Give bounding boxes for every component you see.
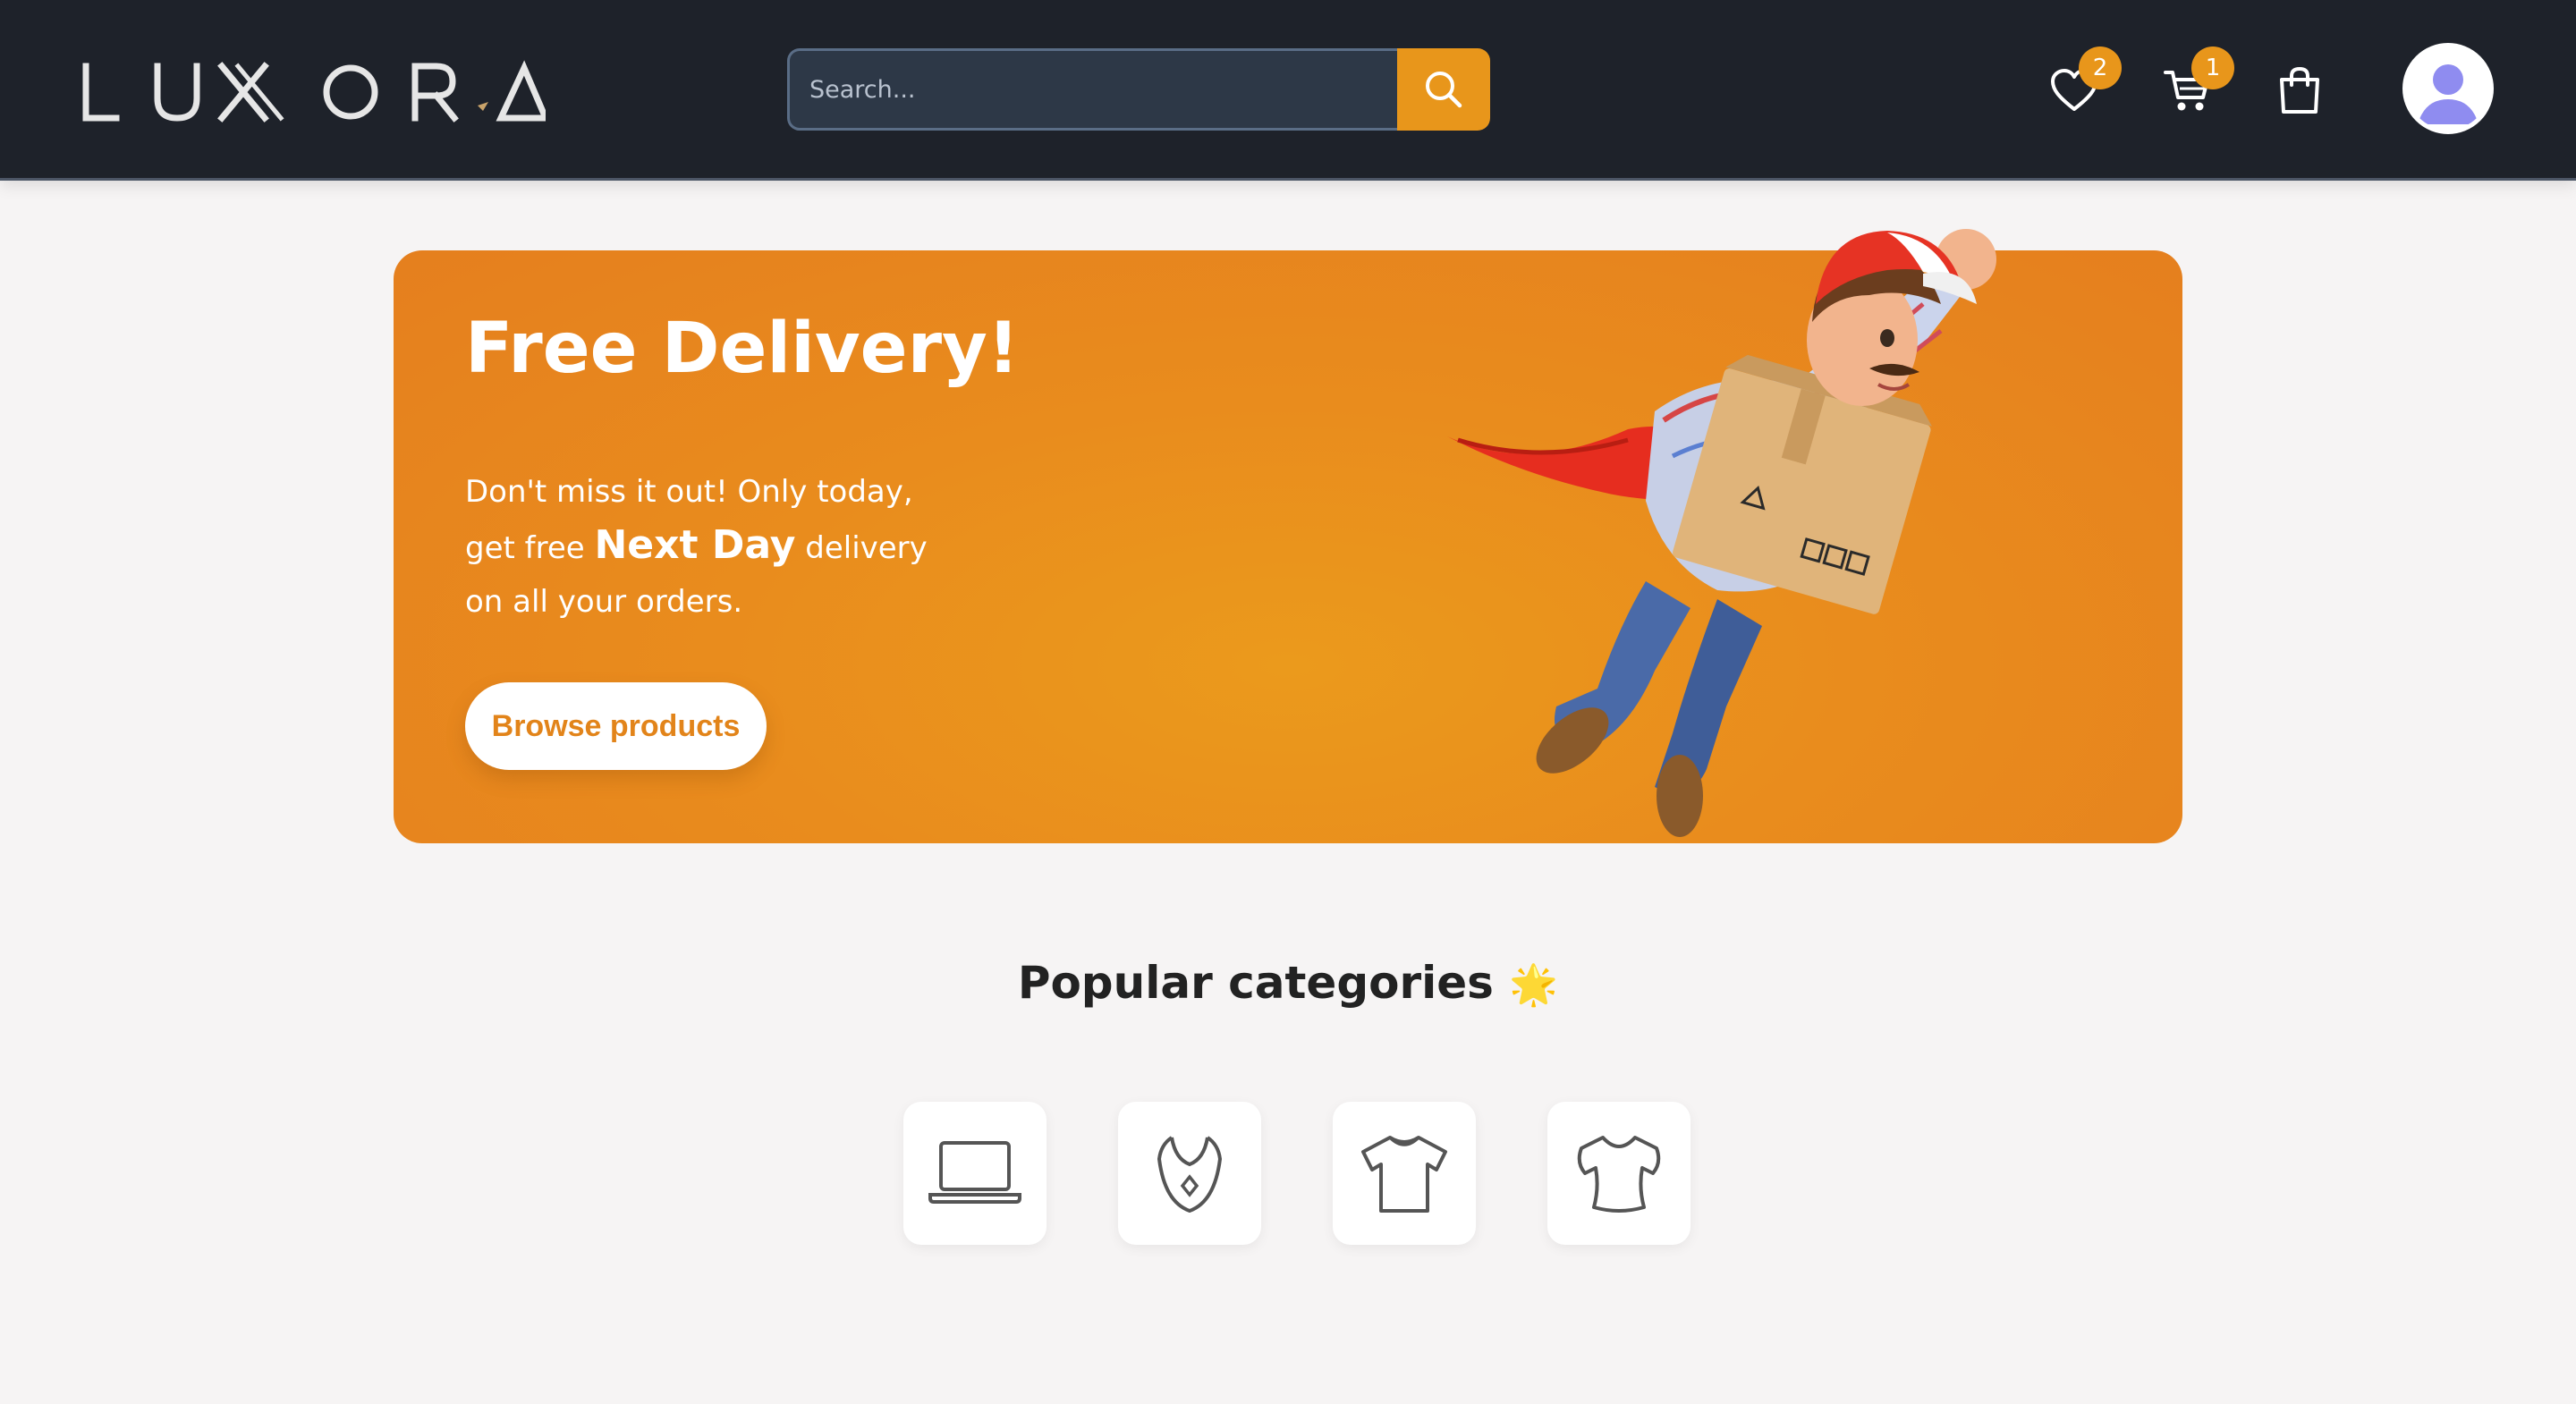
laptop-icon (928, 1141, 1021, 1204)
search-button[interactable] (1397, 48, 1490, 131)
hero-line-1: Don't miss it out! Only today, (465, 474, 913, 510)
category-tile-womens-clothing[interactable] (1547, 1102, 1690, 1245)
hero-line-2-suffix: delivery (795, 530, 928, 566)
hero-line-2-prefix: get free (465, 530, 595, 566)
luxora-logo[interactable] (80, 55, 551, 127)
search-bar (787, 48, 1490, 131)
cart-count-badge: 1 (2191, 47, 2234, 89)
luxora-logo-mark (82, 60, 551, 123)
shopping-bag-icon (2280, 66, 2319, 114)
tshirt-icon (1361, 1136, 1447, 1213)
star-emoji-icon: 🌟 (1509, 962, 1559, 1008)
search-input[interactable] (787, 48, 1397, 131)
bag-button[interactable] (2268, 59, 2331, 122)
browse-products-button[interactable]: Browse products (465, 682, 767, 770)
hero-title: Free Delivery! (465, 309, 1020, 389)
hero-line-2-highlight: Next Day (594, 522, 796, 568)
blouse-icon (1577, 1136, 1661, 1213)
search-icon (1426, 72, 1462, 108)
popular-categories-title: Popular categories (1017, 957, 1494, 1009)
delivery-man-illustration (1447, 229, 1996, 837)
hero-description: Don't miss it out! Only today, get free … (465, 465, 966, 629)
user-avatar[interactable] (2402, 43, 2494, 134)
category-tile-mens-clothing[interactable] (1333, 1102, 1476, 1245)
popular-categories-heading: Popular categories 🌟 (0, 957, 2576, 1009)
user-avatar-icon (2407, 47, 2489, 130)
necklace-icon (1157, 1136, 1222, 1213)
top-navbar: 2 1 (0, 0, 2576, 181)
hero-line-3: on all your orders. (465, 584, 743, 620)
category-tile-jewelery[interactable] (1118, 1102, 1261, 1245)
wishlist-count-badge: 2 (2079, 47, 2122, 89)
category-tile-laptops[interactable] (903, 1102, 1046, 1245)
